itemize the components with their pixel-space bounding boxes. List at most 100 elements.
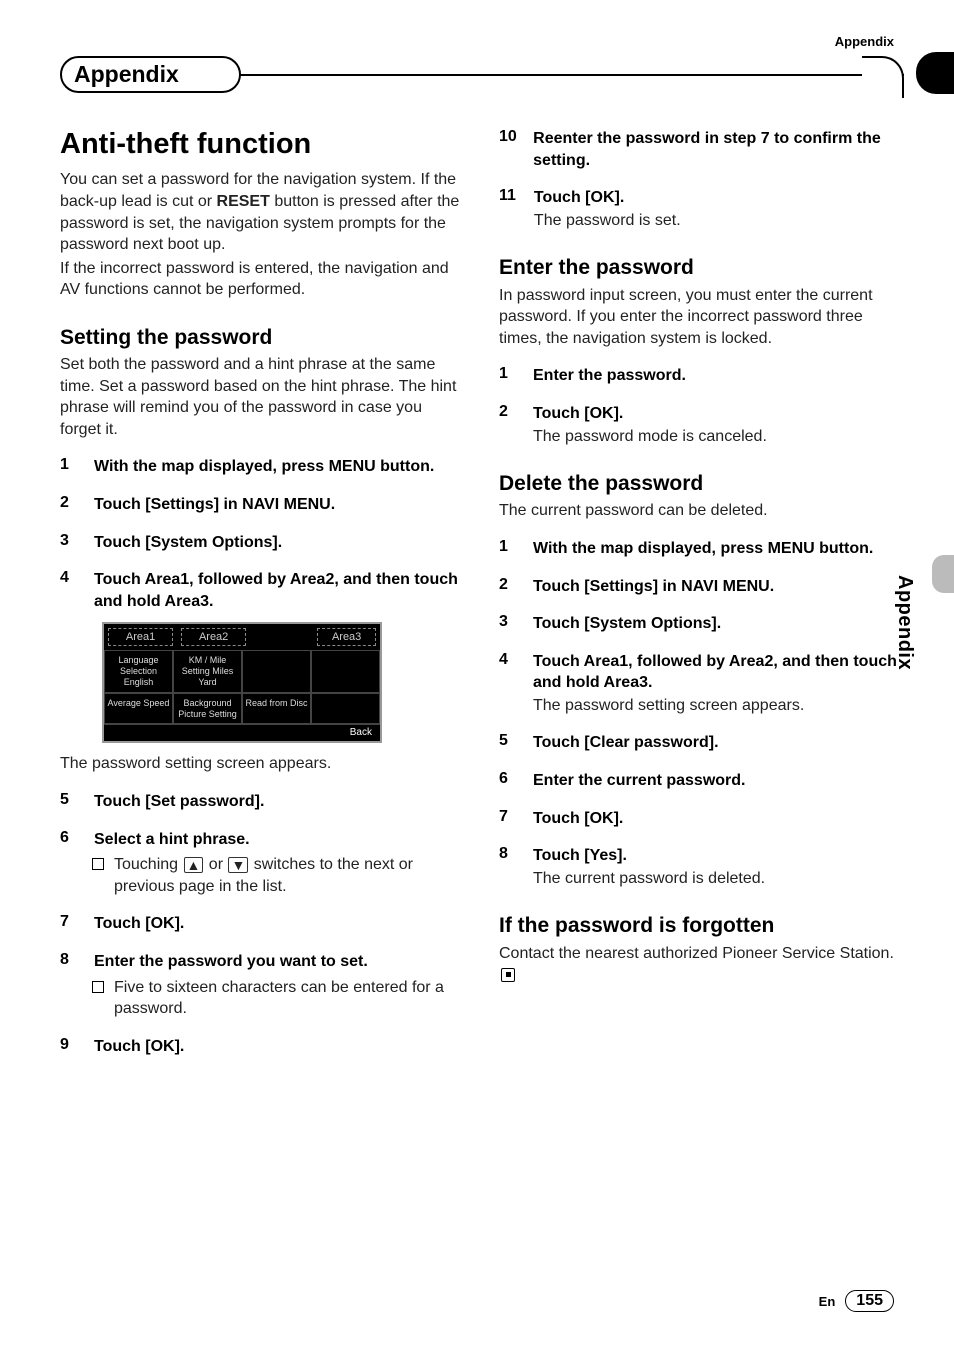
step-3: 3 Touch [System Options]. <box>60 532 465 554</box>
step-7: 7 Touch [OK]. <box>60 913 465 935</box>
section-tab: Appendix <box>60 56 904 100</box>
enter-step-2-after: The password mode is canceled. <box>533 426 767 448</box>
bullet-text: Touching ▲ or ▼ switches to the next or … <box>114 854 465 897</box>
step-6-bullet: Touching ▲ or ▼ switches to the next or … <box>92 854 465 897</box>
step-text: With the map displayed, press MENU butto… <box>94 458 434 475</box>
area3-label: Area3 <box>317 628 376 646</box>
two-column-layout: Anti-theft function You can set a passwo… <box>60 128 904 1057</box>
ss-cell <box>242 650 311 692</box>
step-text: Enter the current password. <box>533 772 746 789</box>
step-number: 8 <box>60 951 76 973</box>
ss-cell <box>311 650 380 692</box>
side-tab-black <box>916 52 954 94</box>
step-text: Touch [Settings] in NAVI MENU. <box>533 578 774 595</box>
ss-cell <box>311 693 380 725</box>
area2-label: Area2 <box>181 628 246 646</box>
step-number: 8 <box>499 845 515 889</box>
side-vertical-label: Appendix <box>893 575 916 670</box>
screenshot-areas-row: Area1 Area2 Area3 <box>104 624 380 650</box>
step-number: 2 <box>499 576 515 598</box>
step-number: 2 <box>499 403 515 447</box>
step-number: 7 <box>60 913 76 935</box>
step-text: Enter the password you want to set. <box>94 953 368 970</box>
step-number: 4 <box>60 569 76 612</box>
step-number: 10 <box>499 128 515 171</box>
up-arrow-icon: ▲ <box>184 857 204 873</box>
step-1: 1 With the map displayed, press MENU but… <box>60 456 465 478</box>
step-number: 3 <box>499 613 515 635</box>
delete-step-2: 2 Touch [Settings] in NAVI MENU. <box>499 576 904 598</box>
screenshot-back-label: Back <box>104 724 380 741</box>
step-8: 8 Enter the password you want to set. <box>60 951 465 973</box>
page-root: Appendix Appendix Appendix Anti-theft fu… <box>0 0 954 1352</box>
right-column: 10 Reenter the password in step 7 to con… <box>499 128 904 1057</box>
left-column: Anti-theft function You can set a passwo… <box>60 128 465 1057</box>
step-5: 5 Touch [Set password]. <box>60 791 465 813</box>
side-tab-gray <box>932 555 954 593</box>
page-footer: En 155 <box>819 1290 894 1312</box>
down-arrow-icon: ▼ <box>228 857 248 873</box>
enter-intro: In password input screen, you must enter… <box>499 285 904 350</box>
forgotten-text: Contact the nearest authorized Pioneer S… <box>499 945 894 962</box>
delete-step-5: 5 Touch [Clear password]. <box>499 732 904 754</box>
step-text: Touch [Settings] in NAVI MENU. <box>94 496 335 513</box>
after-screenshot-text: The password setting screen appears. <box>60 753 465 775</box>
delete-step-8-after: The current password is deleted. <box>533 868 765 890</box>
delete-step-4-after: The password setting screen appears. <box>533 695 904 717</box>
step-text: Touch [Yes]. <box>533 847 627 864</box>
step-text: Touch [OK]. <box>94 915 184 932</box>
step-number: 5 <box>60 791 76 813</box>
square-bullet-icon <box>92 858 104 870</box>
step-number: 2 <box>60 494 76 516</box>
intro-paragraph-1: You can set a password for the navigatio… <box>60 169 465 255</box>
footer-lang: En <box>819 1294 836 1309</box>
intro-paragraph-2: If the incorrect password is entered, th… <box>60 258 465 301</box>
step-text: Touch [OK]. <box>534 189 624 206</box>
step-number: 6 <box>499 770 515 792</box>
step-6: 6 Select a hint phrase. <box>60 829 465 851</box>
step-text: Touch Area1, followed by Area2, and then… <box>533 653 897 692</box>
step-text: Touch Area1, followed by Area2, and then… <box>94 571 458 610</box>
step-10: 10 Reenter the password in step 7 to con… <box>499 128 904 171</box>
delete-intro: The current password can be deleted. <box>499 500 904 522</box>
step-11: 11 Touch [OK]. The password is set. <box>499 187 904 231</box>
end-section-icon <box>501 968 515 982</box>
ss-cell: Language Selection English <box>104 650 173 692</box>
step-text: Touch [System Options]. <box>94 534 282 551</box>
heading-setting-password: Setting the password <box>60 325 465 350</box>
bullet-text: Five to sixteen characters can be entere… <box>114 977 465 1020</box>
bullet-text-a: Touching <box>114 856 183 873</box>
heading-delete-password: Delete the password <box>499 471 904 496</box>
reset-label: RESET <box>217 193 270 210</box>
delete-step-1: 1 With the map displayed, press MENU but… <box>499 538 904 560</box>
ss-cell: Average Speed <box>104 693 173 725</box>
step-number: 6 <box>60 829 76 851</box>
step-number: 1 <box>499 538 515 560</box>
step-text: Touch [System Options]. <box>533 615 721 632</box>
footer-page-number: 155 <box>845 1290 894 1312</box>
step-9: 9 Touch [OK]. <box>60 1036 465 1058</box>
enter-step-2: 2 Touch [OK]. The password mode is cance… <box>499 403 904 447</box>
system-options-screenshot: Area1 Area2 Area3 Language Selection Eng… <box>102 622 382 743</box>
header-small-label: Appendix <box>835 34 894 49</box>
step-text: Touch [OK]. <box>533 810 623 827</box>
step-text: Reenter the password in step 7 to confir… <box>533 130 881 169</box>
step-number: 3 <box>60 532 76 554</box>
setting-intro: Set both the password and a hint phrase … <box>60 354 465 440</box>
step-text: Touch [Set password]. <box>94 793 264 810</box>
enter-step-1: 1 Enter the password. <box>499 365 904 387</box>
step-number: 1 <box>60 456 76 478</box>
ss-cell: KM / Mile Setting Miles Yard <box>173 650 242 692</box>
delete-step-7: 7 Touch [OK]. <box>499 808 904 830</box>
step-8-bullet: Five to sixteen characters can be entere… <box>92 977 465 1020</box>
ss-cell: Background Picture Setting <box>173 693 242 725</box>
tab-curve <box>862 56 904 98</box>
area1-label: Area1 <box>108 628 173 646</box>
section-tab-label: Appendix <box>60 56 241 93</box>
step-text: Touch [Clear password]. <box>533 734 719 751</box>
step-number: 9 <box>60 1036 76 1058</box>
heading-enter-password: Enter the password <box>499 255 904 280</box>
step-text: Select a hint phrase. <box>94 831 250 848</box>
forgotten-intro: Contact the nearest authorized Pioneer S… <box>499 943 904 986</box>
step-number: 7 <box>499 808 515 830</box>
